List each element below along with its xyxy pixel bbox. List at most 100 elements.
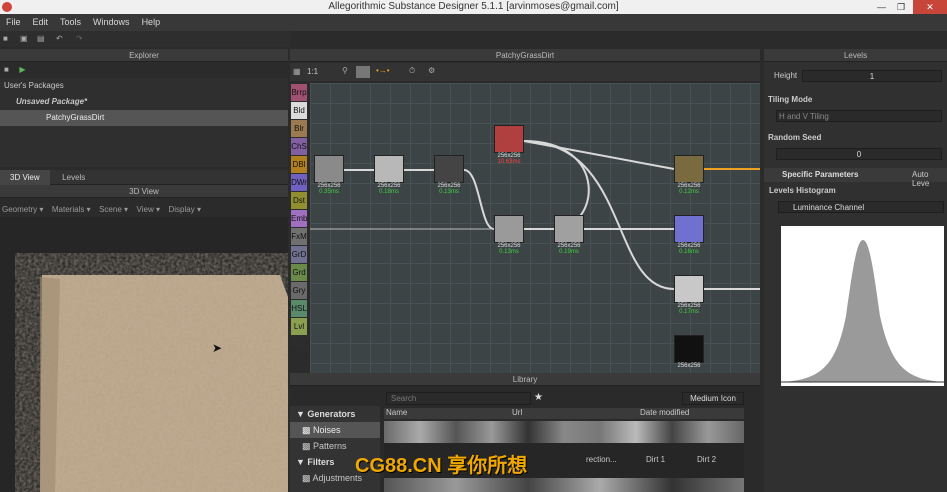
- category-noises[interactable]: ▩ Noises: [290, 422, 380, 438]
- library-header: Library: [290, 373, 760, 386]
- library-node-12[interactable]: HSL: [291, 300, 307, 317]
- graph-item[interactable]: PatchyGrassDirt: [0, 110, 288, 126]
- specific-params-label[interactable]: Specific Parameters: [782, 170, 859, 179]
- menu-tools[interactable]: Tools: [54, 14, 87, 31]
- window-title: Allegorithmic Substance Designer 5.1.1 […: [328, 1, 619, 12]
- new-icon[interactable]: ■: [3, 34, 8, 43]
- histogram-graph: [781, 240, 944, 383]
- graph-canvas[interactable]: 256x256 0.35ms 256x256 0.18ms 256x256 0.13ms 2…: [310, 83, 760, 373]
- height-field[interactable]: 1: [802, 70, 942, 82]
- levels-histogram: [781, 226, 944, 386]
- restore-icon[interactable]: ❐: [897, 0, 905, 14]
- main-toolbar: ■ ▣ ▤ ↶ ↷: [0, 31, 290, 47]
- graph-node[interactable]: 256x256 0.13ms: [434, 155, 464, 195]
- stone-cube-render: [40, 275, 288, 492]
- library-node-4[interactable]: DBl: [291, 156, 307, 173]
- graph-node[interactable]: 256x256 0.19ms: [554, 215, 584, 255]
- node-time: 0.16ms: [679, 249, 699, 255]
- properties-header: Levels: [764, 49, 947, 62]
- node-thumbnail: [554, 215, 584, 243]
- channel-select[interactable]: Luminance Channel: [778, 201, 944, 213]
- column-date[interactable]: Date modified: [640, 408, 689, 417]
- frame-icon[interactable]: [356, 66, 370, 78]
- watermark: CG88.CN 享你所想: [355, 455, 528, 477]
- graph-node[interactable]: 256x256 0.16ms: [674, 215, 704, 255]
- view-mode-select[interactable]: Medium Icon: [682, 392, 744, 405]
- library-search[interactable]: Search: [386, 392, 531, 405]
- graph-node[interactable]: 256x256 0.12ms: [674, 155, 704, 195]
- node-time: 0.12ms: [679, 189, 699, 195]
- library-node-7[interactable]: Emb: [291, 210, 307, 227]
- link-icon[interactable]: •→•: [376, 66, 390, 75]
- library-node-11[interactable]: Gry: [291, 282, 307, 299]
- close-icon[interactable]: ✕: [913, 0, 947, 14]
- library-node-5[interactable]: DWr: [291, 174, 307, 191]
- auto-level-label[interactable]: Auto Leve: [912, 170, 947, 188]
- graph-node[interactable]: 256x256 0.13ms: [494, 215, 524, 255]
- category-generators[interactable]: ▼ Generators: [290, 406, 380, 422]
- library-node-2[interactable]: Blr: [291, 120, 307, 137]
- thumb-label-dirt2: Dirt 2: [697, 455, 717, 464]
- node-time: 10.63ms: [497, 159, 521, 165]
- node-thumbnail: [674, 155, 704, 183]
- open-icon[interactable]: ▣: [20, 34, 28, 43]
- library-node-3[interactable]: ChS: [291, 138, 307, 155]
- menu-scene[interactable]: Scene ▾: [99, 203, 128, 216]
- redo-icon[interactable]: ↷: [76, 34, 83, 43]
- library-node-1[interactable]: Bld: [291, 102, 307, 119]
- timer-icon[interactable]: ⏱: [409, 66, 415, 76]
- graph-node[interactable]: 256x256 0.17ms: [674, 275, 704, 315]
- save-icon[interactable]: ▤: [37, 34, 45, 43]
- library-node-6[interactable]: Dst: [291, 192, 307, 209]
- node-thumbnail: [374, 155, 404, 183]
- column-name[interactable]: Name: [386, 408, 407, 417]
- search-icon[interactable]: ⚲: [342, 66, 348, 75]
- menu-edit[interactable]: Edit: [27, 14, 55, 31]
- menu-display[interactable]: Display ▾: [168, 203, 200, 216]
- node-thumbnail: [314, 155, 344, 183]
- tab-levels[interactable]: Levels: [52, 170, 95, 185]
- favorite-star-icon[interactable]: ★: [534, 392, 543, 403]
- menu-file[interactable]: File: [0, 14, 27, 31]
- minimize-icon[interactable]: —: [877, 0, 886, 14]
- zoom-level[interactable]: 1:1: [307, 67, 318, 76]
- node-time: 0.13ms: [499, 249, 519, 255]
- node-thumbnail: [674, 275, 704, 303]
- play-icon[interactable]: ▶: [19, 62, 25, 78]
- tab-3d-view[interactable]: 3D View: [0, 170, 50, 185]
- node-time: 0.17ms: [679, 309, 699, 315]
- grid-icon[interactable]: ▦: [293, 67, 301, 76]
- tiling-label: Tiling Mode: [768, 95, 813, 104]
- library-node-0[interactable]: Brrp: [291, 84, 307, 101]
- library-columns: Name Url Date modified: [384, 408, 744, 419]
- explorer-header: Explorer: [0, 49, 288, 62]
- graph-node[interactable]: 256x256 0.18ms: [374, 155, 404, 195]
- tiling-field[interactable]: H and V Tiling: [776, 110, 942, 122]
- undo-icon[interactable]: ↶: [56, 34, 63, 43]
- package-label: Unsaved Package*: [16, 97, 88, 106]
- node-resolution: 256x256: [677, 363, 701, 369]
- library-node-8[interactable]: FxM: [291, 228, 307, 245]
- seed-field[interactable]: 0: [776, 148, 942, 160]
- library-node-9[interactable]: GrD: [291, 246, 307, 263]
- node-thumbnail: [674, 215, 704, 243]
- library-node-13[interactable]: Lvl: [291, 318, 307, 335]
- graph-node[interactable]: 256x256 10.63ms: [494, 125, 524, 165]
- menu-materials[interactable]: Materials ▾: [52, 203, 91, 216]
- view-tabs: 3D View Levels: [0, 170, 288, 185]
- graph-node[interactable]: 256x256 0.35ms: [314, 155, 344, 195]
- menu-help[interactable]: Help: [136, 14, 167, 31]
- library-node-10[interactable]: Grd: [291, 264, 307, 281]
- graph-toolbar: ▦ 1:1 ⚲ •→• ⏱ ⚙: [290, 63, 760, 81]
- settings-icon[interactable]: ⚙: [428, 66, 435, 75]
- menu-windows[interactable]: Windows: [87, 14, 136, 31]
- package-item[interactable]: Unsaved Package*: [0, 94, 288, 110]
- new-package-icon[interactable]: ■: [4, 62, 9, 78]
- mouse-cursor-icon: ➤: [212, 341, 223, 355]
- menu-geometry[interactable]: Geometry ▾: [2, 203, 43, 216]
- graph-node[interactable]: 256x256: [674, 335, 704, 369]
- explorer-toolbar: ■ ▶: [0, 62, 288, 78]
- column-url[interactable]: Url: [512, 408, 522, 417]
- menu-view[interactable]: View ▾: [137, 203, 160, 216]
- view3d-viewport[interactable]: ➤: [0, 217, 288, 492]
